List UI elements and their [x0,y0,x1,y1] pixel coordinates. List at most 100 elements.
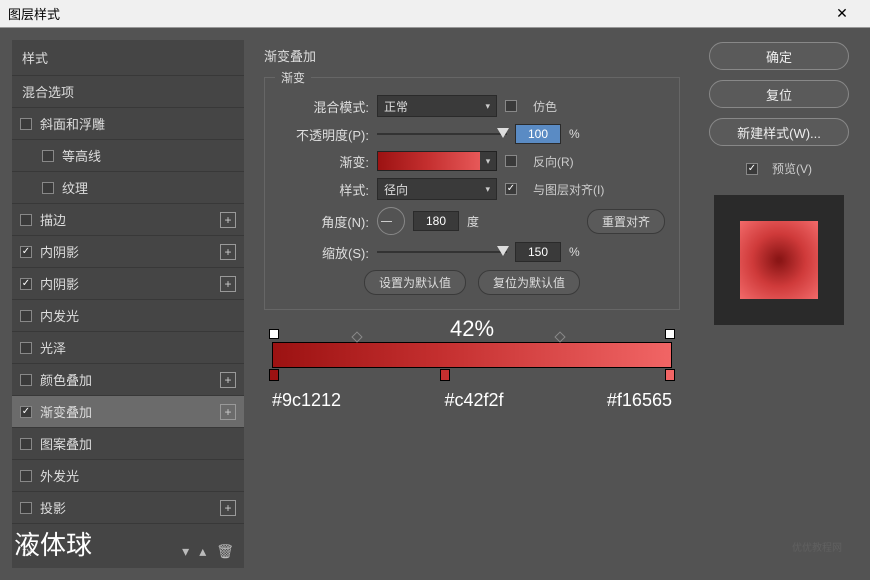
dither-label: 仿色 [533,98,557,115]
style-item-label: 纹理 [62,178,236,197]
trash-icon[interactable]: 🗑 [216,543,234,560]
preview-swatch [740,221,818,299]
right-panel: 确定 复位 新建样式(W)... 预览(V) [700,40,858,568]
color-stop[interactable] [440,369,450,381]
style-checkbox[interactable] [42,150,54,162]
style-item-8[interactable]: 颜色叠加+ [12,364,244,396]
set-default-button[interactable]: 设置为默认值 [364,270,466,295]
angle-input[interactable] [413,211,459,231]
style-checkbox[interactable] [20,310,32,322]
align-layer-checkbox[interactable] [505,183,517,195]
color-stop[interactable] [269,369,279,381]
style-checkbox[interactable] [20,438,32,450]
style-item-12[interactable]: 投影+ [12,492,244,524]
window-title: 图层样式 [8,4,822,23]
preview-box [714,195,844,325]
ok-button[interactable]: 确定 [709,42,849,70]
style-item-label: 内阴影 [40,242,220,261]
align-layer-label: 与图层对齐(I) [533,181,604,198]
blend-options-header[interactable]: 混合选项 [12,75,244,108]
sidebar: 样式 混合选项 斜面和浮雕等高线纹理描边+内阴影+内阴影+内发光光泽颜色叠加+渐… [12,40,244,568]
color-code: #f16565 [607,390,672,411]
gradient-label: 渐变: [279,152,369,171]
scale-label: 缩放(S): [279,243,369,262]
style-item-label: 外发光 [40,466,236,485]
style-item-label: 光泽 [40,338,236,357]
style-checkbox[interactable] [20,118,32,130]
style-item-2[interactable]: 纹理 [12,172,244,204]
scale-slider[interactable] [377,244,507,260]
style-item-label: 内发光 [40,306,236,325]
style-list: 斜面和浮雕等高线纹理描边+内阴影+内阴影+内发光光泽颜色叠加+渐变叠加+图案叠加… [12,108,244,535]
gradient-preview[interactable]: ▾ [377,151,497,171]
style-select[interactable]: 径向▾ [377,178,497,200]
style-checkbox[interactable] [20,502,32,514]
angle-dial[interactable] [377,207,405,235]
chevron-down-icon: ▾ [485,101,490,112]
style-item-label: 内阴影 [40,274,220,293]
add-effect-icon[interactable]: + [220,276,236,292]
style-item-0[interactable]: 斜面和浮雕 [12,108,244,140]
style-item-9[interactable]: 渐变叠加+ [12,396,244,428]
scale-input[interactable] [515,242,561,262]
gradient-fieldset: 渐变 混合模式: 正常▾ 仿色 不透明度(P): % 渐变: ▾ 反向(R) [264,77,680,310]
reset-default-button[interactable]: 复位为默认值 [478,270,580,295]
reset-align-button[interactable]: 重置对齐 [587,209,665,234]
titlebar: 图层样式 ✕ [0,0,870,28]
fieldset-label: 渐变 [275,69,311,86]
color-stop[interactable] [665,369,675,381]
style-checkbox[interactable] [42,182,54,194]
watermark: 优优教程网 [792,539,842,554]
preview-label: 预览(V) [772,160,812,177]
style-checkbox[interactable] [20,342,32,354]
add-effect-icon[interactable]: + [220,372,236,388]
preview-checkbox[interactable] [746,163,758,175]
midpoint-stop[interactable] [351,331,362,342]
style-checkbox[interactable] [20,246,32,258]
midpoint-stop[interactable] [554,331,565,342]
angle-label: 角度(N): [279,212,369,231]
opacity-stop[interactable] [269,329,279,339]
add-effect-icon[interactable]: + [220,212,236,228]
style-checkbox[interactable] [20,278,32,290]
dialog-body: 样式 混合选项 斜面和浮雕等高线纹理描边+内阴影+内阴影+内发光光泽颜色叠加+渐… [0,28,870,580]
style-item-6[interactable]: 内发光 [12,300,244,332]
style-item-label: 等高线 [62,146,236,165]
style-item-label: 投影 [40,498,220,517]
color-code: #c42f2f [444,390,503,411]
style-item-7[interactable]: 光泽 [12,332,244,364]
style-item-11[interactable]: 外发光 [12,460,244,492]
chevron-up-icon[interactable]: ▴ [199,543,206,560]
center-panel: 渐变叠加 渐变 混合模式: 正常▾ 仿色 不透明度(P): % 渐变: ▾ [256,40,688,568]
opacity-label: 不透明度(P): [279,125,369,144]
blend-mode-select[interactable]: 正常▾ [377,95,497,117]
style-item-5[interactable]: 内阴影+ [12,268,244,300]
add-effect-icon[interactable]: + [220,500,236,516]
opacity-unit: % [569,127,580,141]
style-checkbox[interactable] [20,406,32,418]
opacity-stop[interactable] [665,329,675,339]
new-style-button[interactable]: 新建样式(W)... [709,118,849,146]
dither-checkbox[interactable] [505,100,517,112]
add-effect-icon[interactable]: + [220,404,236,420]
style-checkbox[interactable] [20,374,32,386]
gradient-bar[interactable] [272,342,672,368]
style-checkbox[interactable] [20,470,32,482]
layer-name: 液体球 [14,525,92,562]
style-item-4[interactable]: 内阴影+ [12,236,244,268]
style-item-10[interactable]: 图案叠加 [12,428,244,460]
add-effect-icon[interactable]: + [220,244,236,260]
style-checkbox[interactable] [20,214,32,226]
opacity-slider[interactable] [377,126,507,142]
close-icon[interactable]: ✕ [822,5,862,22]
style-item-label: 图案叠加 [40,434,236,453]
style-item-3[interactable]: 描边+ [12,204,244,236]
chevron-down-icon[interactable]: ▾ [182,543,189,560]
color-code: #9c1212 [272,390,341,411]
reverse-checkbox[interactable] [505,155,517,167]
opacity-input[interactable] [515,124,561,144]
gradient-codes: #9c1212 #c42f2f #f16565 [272,390,672,411]
style-item-label: 颜色叠加 [40,370,220,389]
reset-button[interactable]: 复位 [709,80,849,108]
style-item-1[interactable]: 等高线 [12,140,244,172]
